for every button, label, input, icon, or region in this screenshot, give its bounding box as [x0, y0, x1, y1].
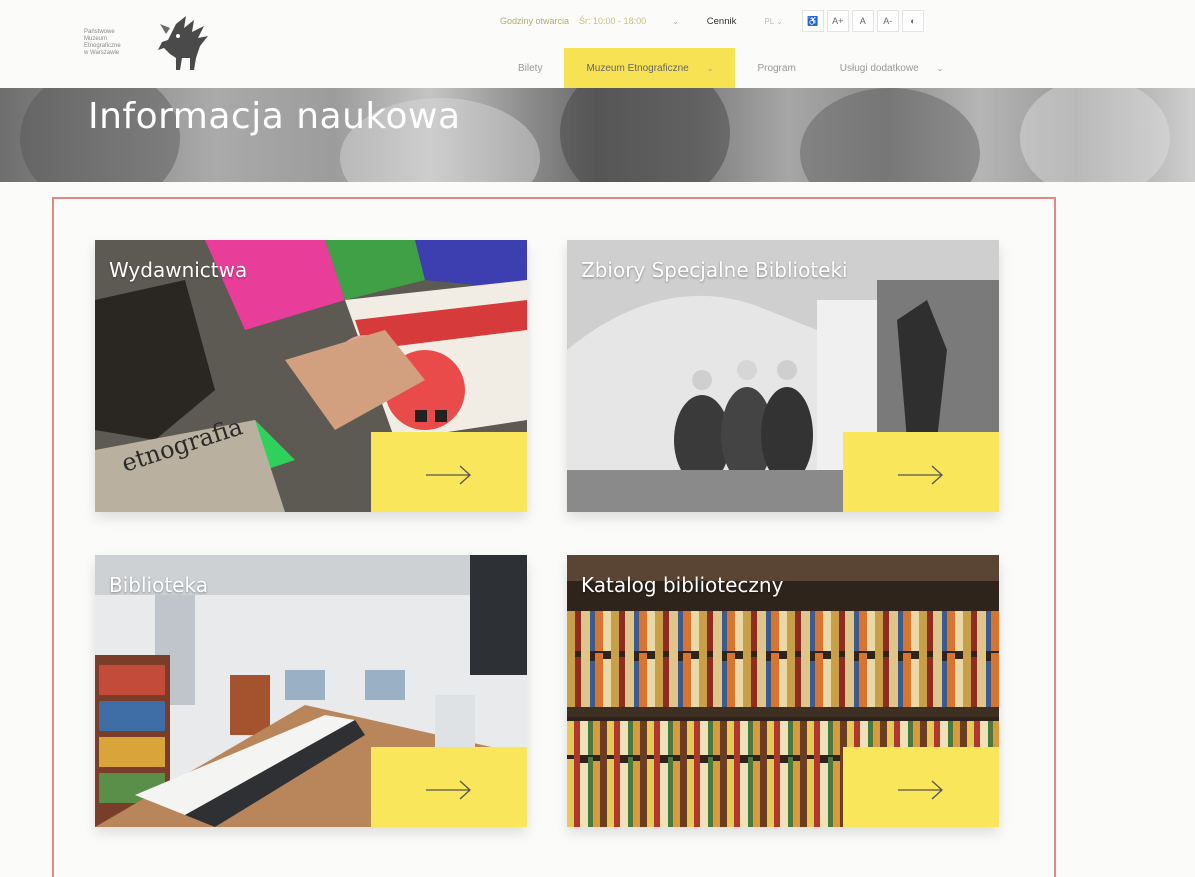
logo-text: Państwowe Muzeum Etnograficzne w Warszaw… — [84, 29, 121, 56]
nav-item-museum[interactable]: Muzeum Etnograficzne ⌄ — [564, 48, 736, 88]
utility-bar: Godziny otwarcia Śr: 10:00 - 18:00 ⌄ Cen… — [500, 9, 924, 33]
arrow-right-icon — [898, 465, 943, 485]
chevron-down-icon: ⌄ — [936, 63, 944, 73]
main-navigation: Bilety Muzeum Etnograficzne ⌄ Program Usł… — [496, 48, 965, 88]
card-library[interactable]: Biblioteka — [95, 555, 527, 827]
contrast-icon[interactable]: ◐ — [901, 10, 924, 32]
hero-banner: Informacja naukowa — [0, 88, 1195, 182]
nav-item-program[interactable]: Program — [735, 48, 817, 88]
card-catalog[interactable]: Katalog biblioteczny — [567, 555, 999, 827]
arrow-right-icon — [426, 780, 471, 800]
font-decrease-button[interactable]: A- — [876, 10, 899, 32]
font-increase-button[interactable]: A+ — [826, 10, 849, 32]
pricing-link[interactable]: Cennik — [707, 16, 737, 27]
chevron-down-icon[interactable]: ⌄ — [672, 17, 679, 26]
card-title: Wydawnictwa — [109, 258, 248, 282]
card-special-collections[interactable]: Zbiory Specjalne Biblioteki — [567, 240, 999, 512]
opening-hours-label: Godziny otwarcia — [500, 16, 570, 26]
arrow-button[interactable] — [371, 432, 527, 512]
font-normal-button[interactable]: A — [851, 10, 874, 32]
arrow-button[interactable] — [843, 432, 999, 512]
site-header: Państwowe Muzeum Etnograficzne w Warszaw… — [0, 0, 1195, 92]
arrow-right-icon — [426, 465, 471, 485]
card-title: Zbiory Specjalne Biblioteki — [581, 258, 848, 282]
nav-item-services[interactable]: Usługi dodatkowe ⌄ — [818, 48, 966, 88]
nav-item-tickets[interactable]: Bilety — [496, 48, 564, 88]
card-publications[interactable]: etnografia Wydawnictwa — [95, 240, 527, 512]
card-title: Biblioteka — [109, 573, 208, 597]
chevron-down-icon: ⌄ — [706, 63, 714, 73]
arrow-button[interactable] — [843, 747, 999, 827]
arrow-right-icon — [898, 780, 943, 800]
opening-hours-value[interactable]: Śr: 10:00 - 18:00 — [579, 16, 646, 26]
page-title: Informacja naukowa — [88, 96, 461, 137]
card-title: Katalog biblioteczny — [581, 573, 784, 597]
language-selector[interactable]: PL ⌄ — [764, 17, 782, 26]
museum-logo[interactable]: Państwowe Muzeum Etnograficzne w Warszaw… — [84, 14, 218, 72]
accessibility-icon[interactable]: ♿ — [801, 10, 824, 32]
arrow-button[interactable] — [371, 747, 527, 827]
winged-horse-logo-icon — [158, 16, 208, 70]
